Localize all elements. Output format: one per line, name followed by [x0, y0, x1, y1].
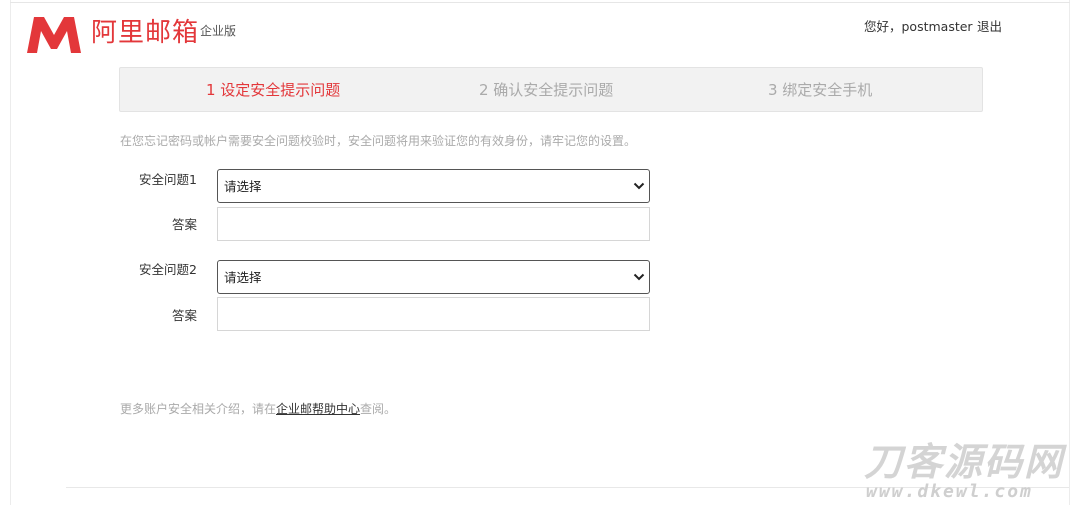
help-center-link[interactable]: 企业邮帮助中心 — [276, 402, 360, 416]
step-progress-bar: 1 设定安全提示问题 2 确认安全提示问题 3 绑定安全手机 — [119, 67, 983, 112]
more-info-text: 更多账户安全相关介绍，请在企业邮帮助中心查阅。 — [120, 401, 396, 417]
answer2-label: 答案 — [171, 308, 197, 323]
watermark-text: 刀客源码网 — [864, 440, 1065, 484]
question1-label: 安全问题1 — [139, 172, 197, 187]
chevron-down-icon — [633, 182, 645, 190]
frame-left-border — [10, 0, 11, 505]
answer2-input[interactable] — [217, 297, 650, 331]
question1-selected-value: 请选择 — [224, 179, 262, 194]
answer1-input[interactable] — [217, 207, 650, 241]
answer1-label: 答案 — [171, 217, 197, 232]
more-info-prefix: 更多账户安全相关介绍，请在 — [120, 402, 277, 416]
question2-label: 安全问题2 — [139, 262, 197, 277]
chevron-down-icon — [633, 273, 645, 281]
step-1-set-questions: 1 设定安全提示问题 — [206, 81, 341, 99]
step-2-confirm-questions: 2 确认安全提示问题 — [479, 81, 614, 99]
intro-text: 在您忘记密码或帐户需要安全问题校验时，安全问题将用来验证您的有效身份，请牢记您的… — [120, 134, 637, 148]
question2-selected-value: 请选择 — [224, 270, 262, 285]
question2-select[interactable]: 请选择 — [217, 260, 650, 294]
frame-right-border — [1069, 0, 1070, 505]
edition-label: 企业版 — [200, 24, 237, 38]
frame-top-border — [10, 2, 1070, 3]
aliyun-mail-logo-icon — [27, 17, 81, 53]
brand-name: 阿里邮箱 — [91, 18, 200, 48]
user-greeting: 您好，postmaster — [864, 19, 973, 34]
logout-link[interactable]: 退出 — [977, 19, 1002, 35]
question1-select[interactable]: 请选择 — [217, 169, 650, 203]
more-info-suffix: 查阅。 — [360, 402, 397, 416]
watermark-url: www.dkewl.com — [866, 481, 1033, 502]
step-3-bind-phone: 3 绑定安全手机 — [768, 81, 873, 99]
